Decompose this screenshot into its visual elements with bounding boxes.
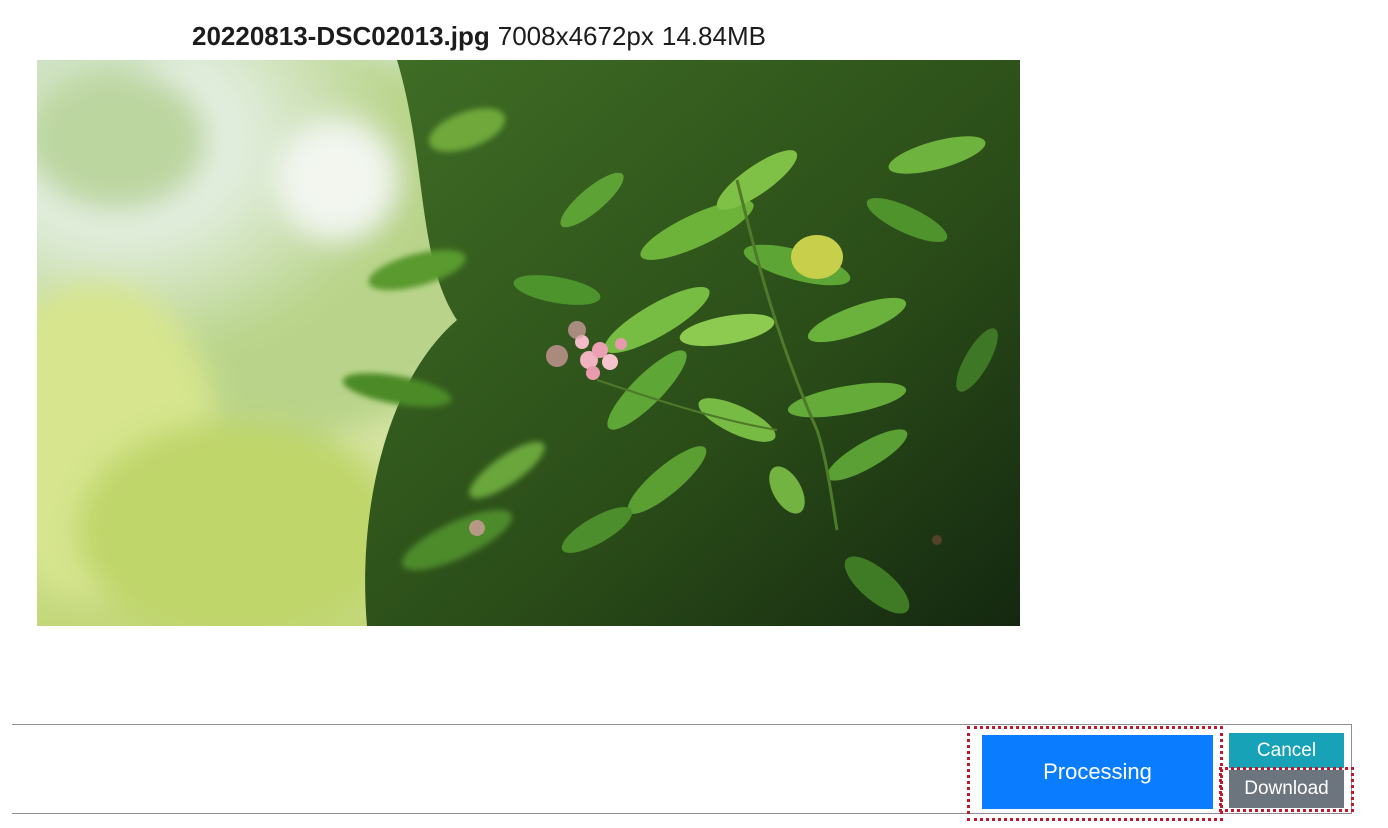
cancel-button[interactable]: Cancel [1229,733,1344,768]
file-size: 14.84MB [661,20,766,51]
processing-button[interactable]: Processing [982,735,1213,809]
download-button[interactable]: Download [1229,770,1344,808]
file-name: 20220813-DSC02013.jpg [192,20,490,51]
image-preview [37,60,1020,626]
file-info-header: 20220813-DSC02013.jpg 7008x4672px 14.84M… [192,20,766,52]
image-dimensions: 7008x4672px [497,20,654,51]
leafy-shrub-photo [37,60,1020,626]
